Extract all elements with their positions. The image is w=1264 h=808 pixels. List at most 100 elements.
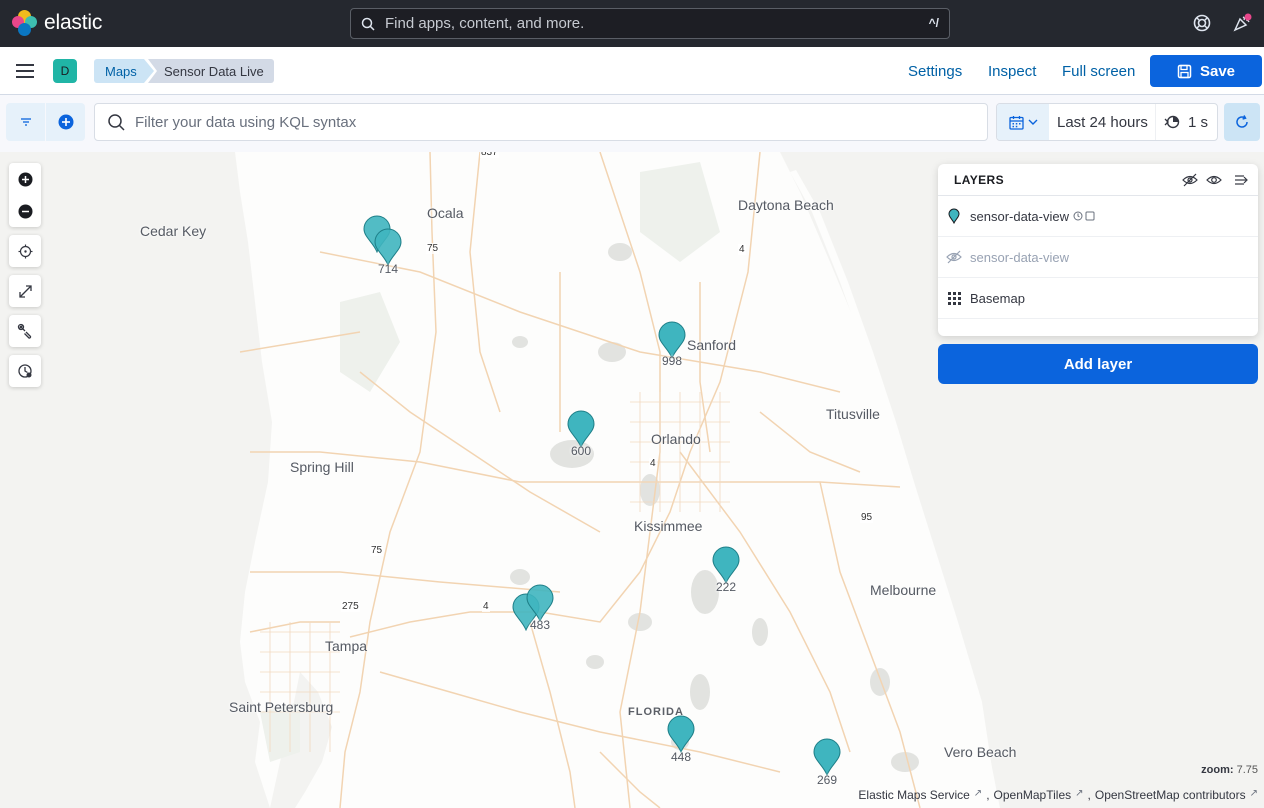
sensor-marker[interactable]	[812, 738, 842, 776]
zoom-in-button[interactable]	[9, 163, 41, 195]
global-search[interactable]: ^/	[350, 8, 950, 39]
time-filter-icon	[1073, 211, 1083, 221]
city-label: Daytona Beach	[738, 197, 834, 213]
marker-label: 600	[570, 444, 592, 458]
city-label: Titusville	[826, 406, 880, 422]
global-header: elastic ^/	[0, 0, 1264, 47]
zoom-out-button[interactable]	[9, 195, 41, 227]
hide-all-layers-icon[interactable]	[1182, 173, 1198, 187]
marker-label: 998	[661, 354, 683, 368]
settings-link[interactable]: Settings	[908, 63, 962, 80]
draw-tools-button[interactable]	[9, 315, 41, 347]
filter-menu-button[interactable]	[6, 103, 45, 141]
city-label: Vero Beach	[944, 744, 1017, 760]
marker-label: 448	[670, 750, 692, 764]
fit-to-data-button[interactable]	[9, 275, 41, 307]
add-filter-button[interactable]	[46, 103, 85, 141]
layer-name: Basemap	[970, 290, 1025, 306]
inspect-link[interactable]: Inspect	[988, 63, 1036, 80]
auto-refresh-interval[interactable]: 1 s	[1155, 104, 1208, 140]
layer-item-sensor-data-view[interactable]: sensor-data-view	[938, 196, 1258, 237]
city-label: Melbourne	[870, 582, 937, 598]
zoom-value: 7.75	[1236, 764, 1258, 776]
locate-button[interactable]	[9, 235, 41, 267]
save-button[interactable]: Save	[1150, 55, 1262, 87]
layers-header: LAYERS	[938, 164, 1258, 196]
app-bar: D Maps Sensor Data Live Settings Inspect…	[0, 47, 1264, 95]
city-label: Spring Hill	[290, 459, 354, 475]
external-link-icon: ↗	[1075, 788, 1084, 799]
highway-shield: 75	[370, 545, 384, 556]
news-feed-icon[interactable]	[1232, 13, 1252, 33]
map-attribution: Elastic Maps Service ↗, OpenMapTiles ↗, Op…	[858, 788, 1258, 802]
city-label: Ocala	[427, 205, 464, 221]
sensor-marker[interactable]	[666, 715, 696, 753]
marker-label: 483	[529, 618, 551, 632]
add-layer-button[interactable]: Add layer	[938, 344, 1258, 384]
sensor-marker[interactable]	[711, 546, 741, 584]
map-canvas[interactable]: Ocala Daytona Beach Cedar Key Sanford Ti…	[0, 152, 1264, 808]
kql-search-bar[interactable]	[94, 103, 988, 141]
external-link-icon: ↗	[1249, 788, 1258, 799]
menu-icon[interactable]	[16, 64, 34, 78]
highway-shield: 75	[426, 243, 440, 254]
highway-shield: 275	[341, 601, 360, 612]
refresh-button[interactable]	[1224, 103, 1260, 141]
time-range[interactable]: Last 24 hours	[1049, 114, 1155, 131]
highway-shield: 4	[482, 601, 490, 612]
timeslider-button[interactable]	[9, 355, 41, 387]
city-label: Sanford	[687, 337, 737, 353]
breadcrumb-current: Sensor Data Live	[148, 59, 274, 83]
city-label: Kissimmee	[634, 518, 703, 534]
tools-icon	[17, 323, 32, 339]
query-bar: Last 24 hours 1 s	[0, 95, 1264, 152]
brand-name: elastic	[44, 11, 103, 34]
plus-circle-icon	[18, 172, 32, 186]
collapse-panel-icon[interactable]	[1234, 174, 1249, 186]
show-all-layers-icon[interactable]	[1206, 173, 1222, 187]
space-avatar[interactable]: D	[53, 59, 77, 83]
breadcrumb-maps[interactable]: Maps	[94, 59, 154, 83]
marker-label: 269	[816, 773, 838, 787]
layer-item-sensor-data-view-hidden[interactable]: sensor-data-view	[938, 237, 1258, 278]
sensor-marker[interactable]	[525, 584, 555, 622]
search-shortcut: ^/	[928, 16, 939, 30]
attribution-link[interactable]: OpenMapTiles	[994, 788, 1072, 802]
zoom-readout: zoom: 7.75	[1201, 764, 1258, 776]
date-picker: Last 24 hours 1 s	[996, 103, 1218, 141]
refresh-icon	[1236, 115, 1248, 128]
highway-shield: 4	[649, 458, 657, 469]
zoom-controls	[9, 163, 41, 227]
marker-icon	[946, 208, 962, 224]
highway-shield: 4	[738, 244, 746, 255]
city-label: Saint Petersburg	[229, 699, 334, 715]
elastic-logo-icon	[12, 10, 38, 36]
refresh-interval-label: 1 s	[1188, 113, 1209, 131]
attribution-link[interactable]: Elastic Maps Service	[858, 788, 969, 802]
elastic-logo[interactable]: elastic	[12, 10, 102, 36]
crosshairs-icon	[18, 244, 32, 258]
hidden-eye-icon	[946, 249, 962, 265]
external-link-icon: ↗	[973, 788, 983, 799]
highway-shield: 95	[860, 512, 874, 523]
search-icon	[108, 114, 125, 131]
layer-name: sensor-data-view	[970, 249, 1069, 265]
plus-circle-icon	[58, 114, 73, 130]
attribution-link[interactable]: OpenStreetMap contributors	[1095, 788, 1246, 802]
help-icon[interactable]	[1192, 13, 1212, 33]
quick-select-button[interactable]	[997, 104, 1049, 140]
sensor-marker[interactable]	[566, 410, 596, 448]
full-screen-link[interactable]: Full screen	[1062, 63, 1135, 80]
kql-input[interactable]	[135, 113, 955, 131]
grid-icon	[946, 290, 962, 306]
minus-circle-icon	[18, 204, 32, 218]
bounds-filter-icon	[1085, 211, 1095, 221]
chevron-down-icon	[1028, 119, 1037, 125]
city-label: Cedar Key	[140, 223, 207, 239]
marker-label: 222	[715, 580, 737, 594]
global-search-input[interactable]	[385, 15, 905, 32]
sensor-marker[interactable]	[373, 228, 403, 266]
layer-item-basemap[interactable]: Basemap	[938, 278, 1258, 319]
clock-icon	[18, 364, 32, 378]
layers-panel: LAYERS sensor-data-view sensor-data-view…	[938, 164, 1258, 336]
